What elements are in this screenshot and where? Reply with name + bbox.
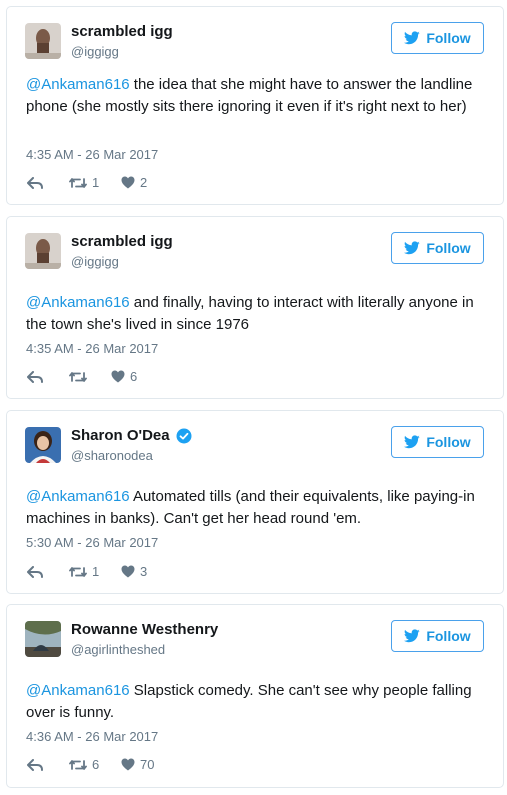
twitter-bird-icon <box>404 435 421 449</box>
tweet-text: @Ankaman616 Slapstick comedy. She can't … <box>26 680 485 724</box>
author-name[interactable]: Rowanne Westhenry <box>71 621 218 638</box>
tweet-text: @Ankaman616 and finally, having to inter… <box>26 292 485 336</box>
author-row: Rowanne Westhenry <box>71 621 218 638</box>
follow-button[interactable]: Follow <box>391 426 484 458</box>
like-icon <box>121 176 135 189</box>
tweet-actions: 6 <box>27 369 137 384</box>
follow-label: Follow <box>426 434 471 450</box>
author-handle[interactable]: @sharonodea <box>71 448 153 463</box>
follow-label: Follow <box>426 240 471 256</box>
verified-badge-icon <box>176 428 192 443</box>
like-button[interactable]: 3 <box>121 564 147 579</box>
tweet-timestamp[interactable]: 5:30 AM - 26 Mar 2017 <box>26 535 158 550</box>
retweet-count: 1 <box>92 175 100 190</box>
tweet-card: scrambled igg @iggigg Follow @Ankaman616… <box>6 6 504 205</box>
avatar-image-icon <box>25 233 61 269</box>
reply-button[interactable] <box>27 758 69 771</box>
retweet-button[interactable]: 1 <box>69 175 121 190</box>
avatar[interactable] <box>25 23 61 59</box>
reply-button[interactable] <box>27 565 69 578</box>
tweet-timestamp[interactable]: 4:35 AM - 26 Mar 2017 <box>26 341 158 356</box>
mention-link[interactable]: @Ankaman616 <box>26 682 130 699</box>
avatar[interactable] <box>25 233 61 269</box>
follow-button[interactable]: Follow <box>391 232 484 264</box>
like-button[interactable]: 70 <box>121 757 154 772</box>
retweet-count: 1 <box>92 564 100 579</box>
author-row: scrambled igg <box>71 233 173 250</box>
twitter-bird-icon <box>404 241 421 255</box>
avatar-image-icon <box>25 621 61 657</box>
tweet-text: @Ankaman616 the idea that she might have… <box>26 74 485 118</box>
like-count: 2 <box>140 175 148 190</box>
retweet-icon <box>69 177 87 188</box>
reply-icon <box>27 370 43 383</box>
author-name[interactable]: scrambled igg <box>71 23 173 40</box>
retweet-button[interactable]: 1 <box>69 564 121 579</box>
tweet-actions: 6 70 <box>27 757 154 772</box>
retweet-icon <box>69 759 87 770</box>
twitter-bird-icon <box>404 629 421 643</box>
tweet-card: Rowanne Westhenry @agirlintheshed Follow… <box>6 604 504 788</box>
avatar-image-icon <box>25 427 61 463</box>
follow-button[interactable]: Follow <box>391 620 484 652</box>
like-icon <box>121 565 135 578</box>
author-handle[interactable]: @agirlintheshed <box>71 642 165 657</box>
reply-icon <box>27 565 43 578</box>
mention-link[interactable]: @Ankaman616 <box>26 488 130 505</box>
author-handle[interactable]: @iggigg <box>71 44 119 59</box>
like-button[interactable]: 6 <box>111 369 137 384</box>
follow-button[interactable]: Follow <box>391 22 484 54</box>
like-count: 6 <box>130 369 138 384</box>
like-count: 70 <box>140 757 155 772</box>
tweet-card: scrambled igg @iggigg Follow @Ankaman616… <box>6 216 504 399</box>
reply-button[interactable] <box>27 176 69 189</box>
twitter-bird-icon <box>404 31 421 45</box>
reply-icon <box>27 758 43 771</box>
avatar[interactable] <box>25 621 61 657</box>
author-row: scrambled igg <box>71 23 173 40</box>
avatar-image-icon <box>25 23 61 59</box>
author-handle[interactable]: @iggigg <box>71 254 119 269</box>
like-button[interactable]: 2 <box>121 175 147 190</box>
author-name[interactable]: scrambled igg <box>71 233 173 250</box>
like-icon <box>111 370 125 383</box>
follow-label: Follow <box>426 628 471 644</box>
like-count: 3 <box>140 564 148 579</box>
avatar[interactable] <box>25 427 61 463</box>
reply-button[interactable] <box>27 370 69 383</box>
author-name[interactable]: Sharon O'Dea <box>71 427 170 444</box>
retweet-count: 6 <box>92 757 100 772</box>
mention-link[interactable]: @Ankaman616 <box>26 76 130 93</box>
tweet-timestamp[interactable]: 4:35 AM - 26 Mar 2017 <box>26 147 158 162</box>
tweet-card: Sharon O'Dea @sharonodea Follow @Ankaman… <box>6 410 504 594</box>
retweet-icon <box>69 566 87 577</box>
like-icon <box>121 758 135 771</box>
author-row: Sharon O'Dea <box>71 427 192 444</box>
retweet-icon <box>69 371 87 382</box>
retweet-button[interactable]: 6 <box>69 757 121 772</box>
tweet-timestamp[interactable]: 4:36 AM - 26 Mar 2017 <box>26 729 158 744</box>
tweet-text: @Ankaman616 Automated tills (and their e… <box>26 486 485 530</box>
retweet-button[interactable] <box>69 371 111 383</box>
tweet-actions: 1 3 <box>27 564 147 579</box>
reply-icon <box>27 176 43 189</box>
follow-label: Follow <box>426 30 471 46</box>
mention-link[interactable]: @Ankaman616 <box>26 294 130 311</box>
tweet-actions: 1 2 <box>27 175 147 190</box>
